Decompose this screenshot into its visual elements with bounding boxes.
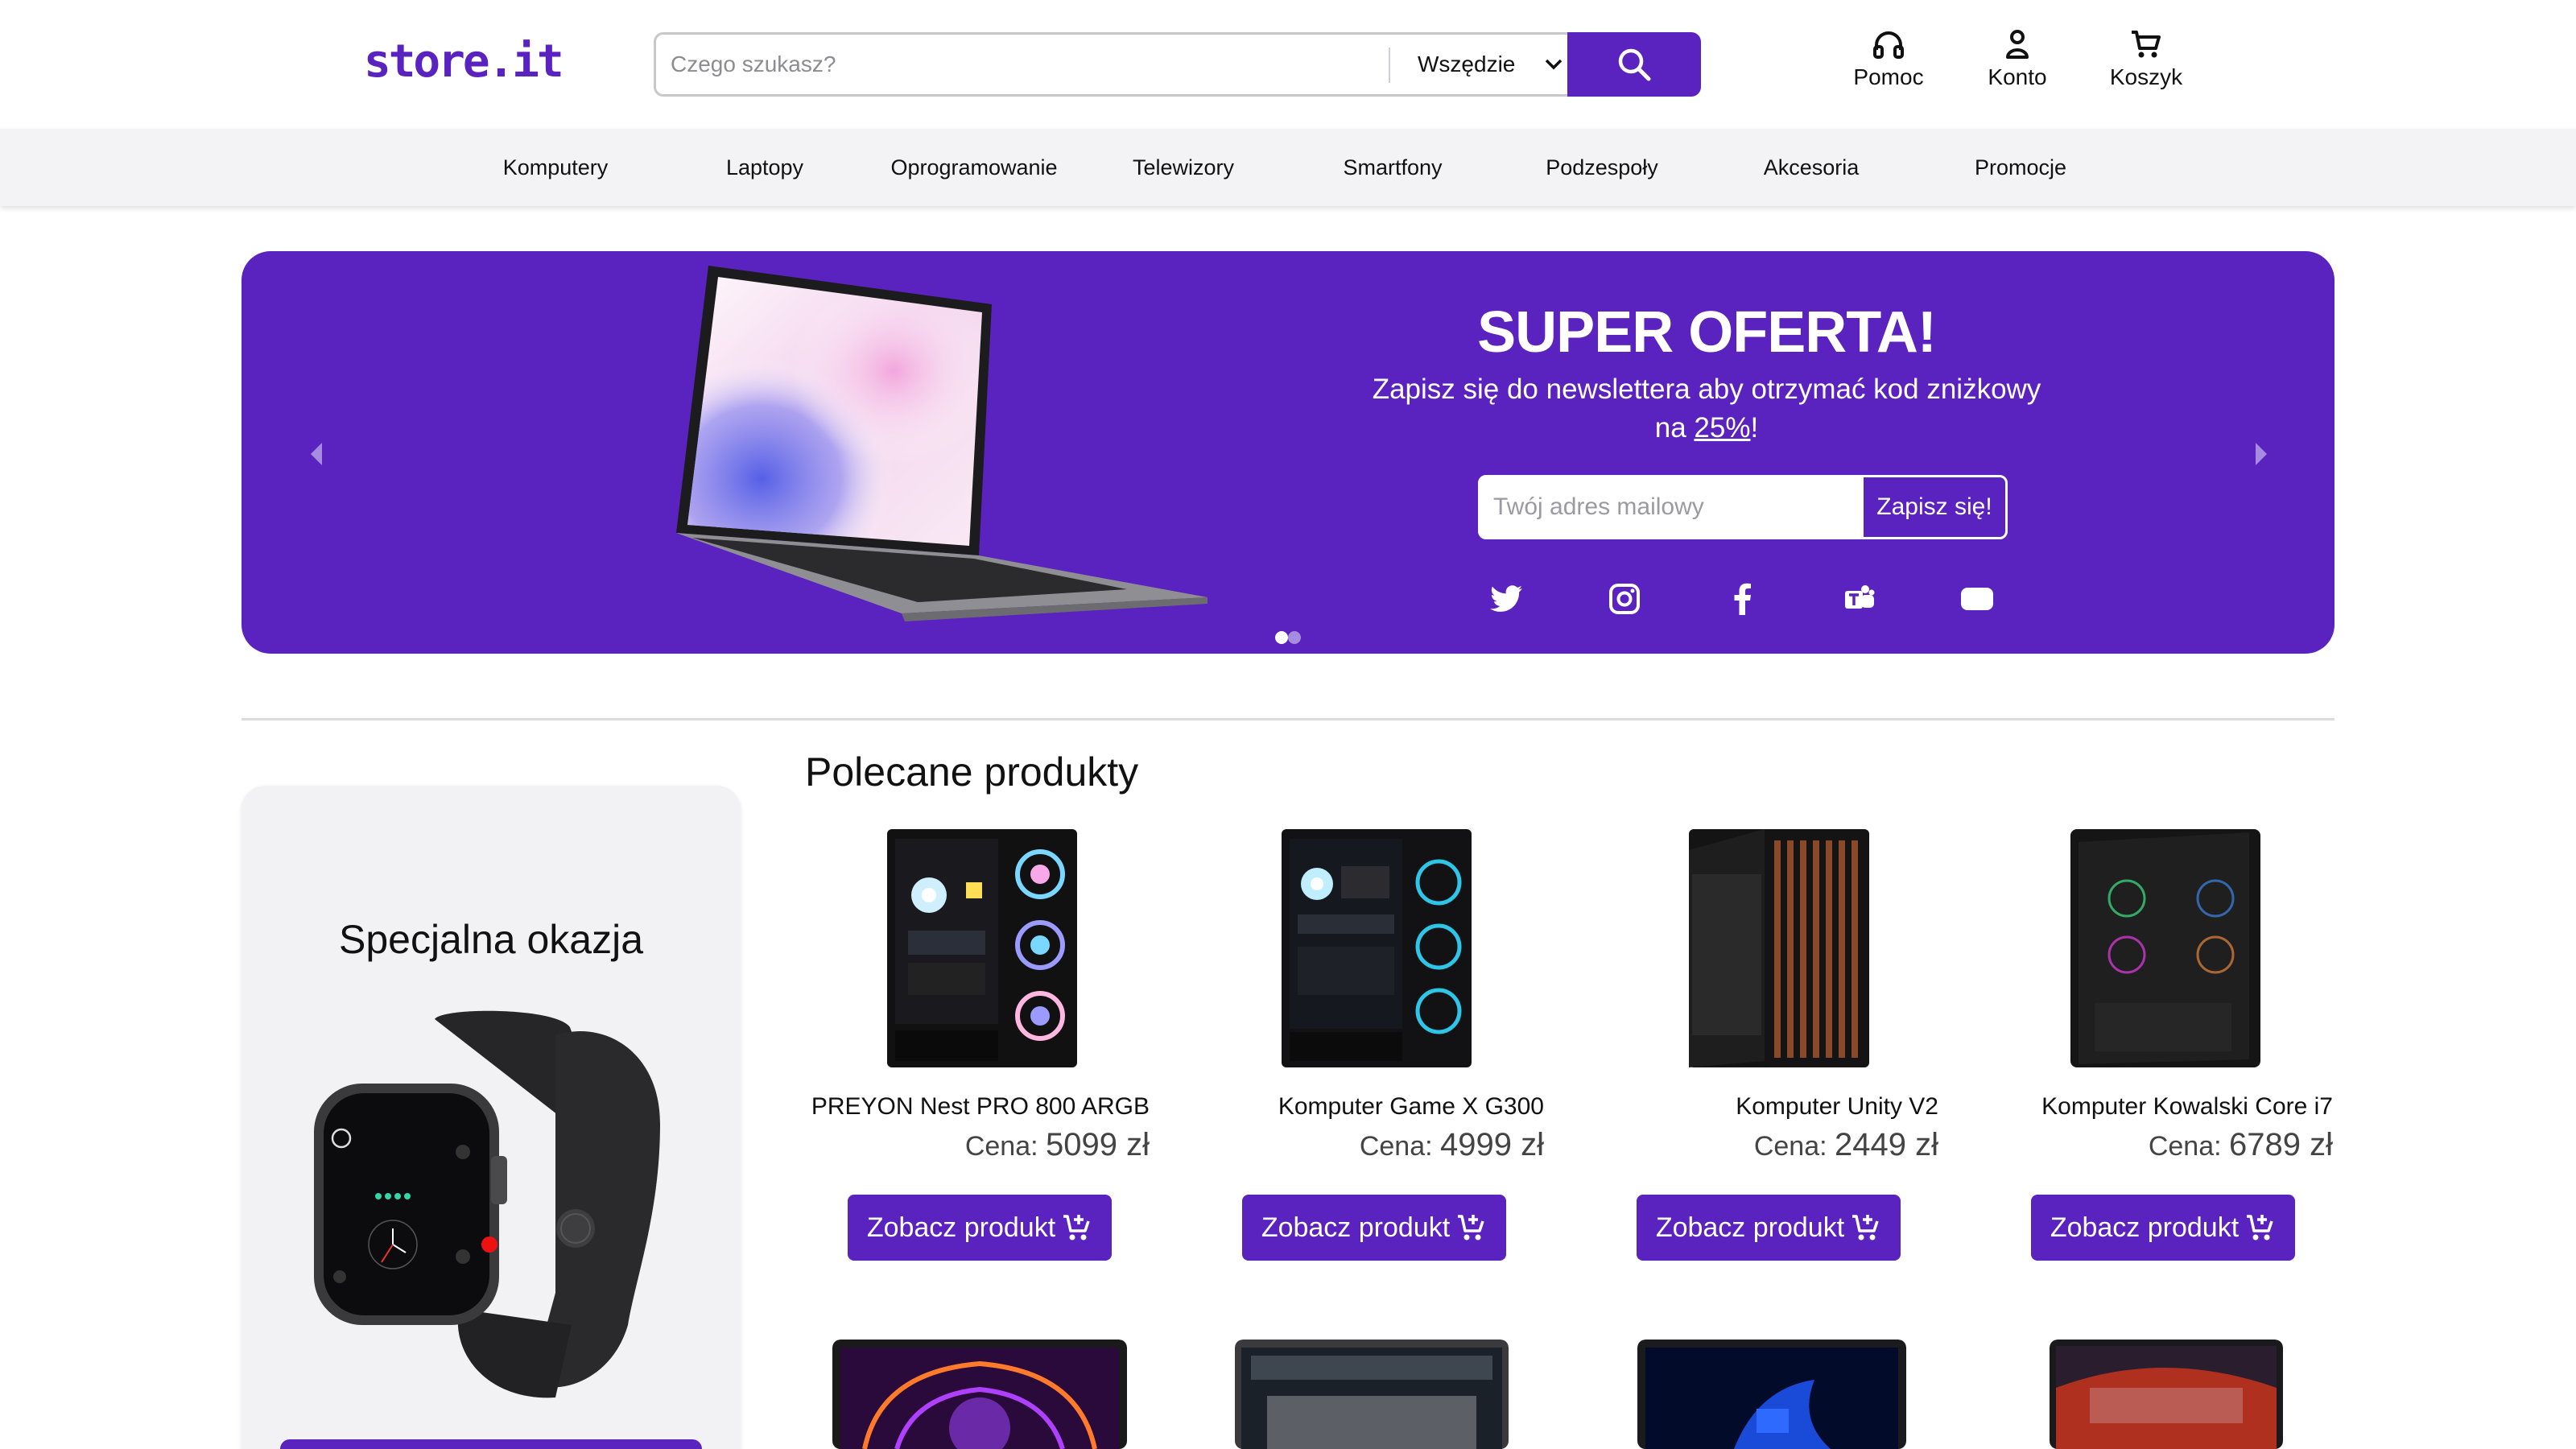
search-icon [1618,48,1651,81]
category-nav: Komputery Laptopy Oprogramowanie Telewiz… [0,129,2576,206]
headphones-icon [1873,31,1904,59]
price-prefix: Cena: [2148,1131,2222,1162]
search-scope-select[interactable]: Wszędzie [1400,35,1575,94]
help-link[interactable]: Pomoc [1824,29,1953,90]
account-label: Konto [1988,64,2047,89]
view-product-label: Zobacz produkt [1261,1212,1451,1243]
price-prefix: Cena: [1753,1131,1827,1162]
special-offer-card: Specjalna okazja [242,786,741,1449]
cart-link[interactable]: Koszyk [2082,29,2211,90]
featured-products-title: Polecane produkty [805,749,1139,795]
teams-icon[interactable] [1837,576,1882,621]
hero-title: SUPER OFERTA! [1477,300,1937,365]
nav-item-oprogramowanie[interactable]: Oprogramowanie [869,129,1079,206]
nav-item-smartfony[interactable]: Smartfony [1288,129,1497,206]
product-card: Komputer Unity V2 Cena: 2449 zł Zobacz p… [1579,826,1958,1261]
product-price: Cena: 6789 zł [2149,1127,2333,1163]
chevron-down-icon [1545,59,1563,70]
user-icon [2006,30,2029,59]
site-header: store.it Wszędzie Pomoc Konto Koszyk [0,0,2576,129]
hero-text: Zapisz się do newslettera aby otrzymać k… [1360,370,2053,448]
add-to-cart-icon [1458,1215,1484,1241]
twitter-icon[interactable] [1484,576,1530,621]
search-bar: Wszędzie [654,32,1701,97]
add-to-cart-icon [2247,1215,2273,1241]
chevron-left-icon[interactable] [304,438,328,470]
section-divider [242,718,2334,720]
nav-item-akcesoria[interactable]: Akcesoria [1707,129,1916,206]
product-card: Komputer Kowalski Core i7 Cena: 6789 zł … [1974,826,2352,1261]
product-name[interactable]: Komputer Kowalski Core i7 [2041,1093,2333,1121]
chevron-right-icon[interactable] [2249,438,2273,470]
facebook-icon[interactable] [1719,576,1765,621]
hero-discount: 25% [1694,412,1751,444]
special-offer-button[interactable] [280,1439,702,1449]
newsletter-form: Zapisz się! [1478,475,2008,539]
nav-item-telewizory[interactable]: Telewizory [1079,129,1288,206]
price-prefix: Cena: [1359,1131,1433,1162]
price-value: 6789 zł [2229,1127,2333,1162]
carousel-dot-1[interactable] [1275,631,1288,644]
view-product-button[interactable]: Zobacz produkt [1637,1195,1901,1261]
hero-banner: SUPER OFERTA! Zapisz się do newslettera … [242,251,2334,654]
price-value: 4999 zł [1440,1127,1544,1162]
carousel-dots [1275,631,1301,644]
pc-case-image [2070,829,2260,1067]
search-divider [1389,47,1390,83]
product-name[interactable]: PREYON Nest PRO 800 ARGB [811,1093,1150,1121]
help-label: Pomoc [1853,64,1924,89]
product-card: Komputer Game X G300 Cena: 4999 zł Zobac… [1185,826,1563,1261]
view-product-label: Zobacz produkt [1655,1212,1845,1243]
product-price: Cena: 5099 zł [965,1127,1150,1163]
nav-item-komputery[interactable]: Komputery [451,129,660,206]
cart-icon [2132,31,2161,58]
youtube-icon[interactable] [1955,576,2000,621]
subscribe-button[interactable]: Zapisz się! [1864,477,2005,537]
product-price: Cena: 2449 zł [1754,1127,1938,1163]
special-offer-title: Specjalna okazja [338,917,644,962]
search-input[interactable] [656,35,1387,94]
view-product-button[interactable]: Zobacz produkt [2031,1195,2295,1261]
pc-case-image [1282,829,1472,1067]
account-link[interactable]: Konto [1953,29,2082,90]
newsletter-email-input[interactable] [1480,477,1864,537]
smartwatch-image [314,1010,660,1398]
instagram-icon[interactable] [1602,576,1647,621]
pc-case-image [1689,829,1869,1067]
price-value: 5099 zł [1046,1127,1150,1162]
view-product-button[interactable]: Zobacz produkt [1242,1195,1506,1261]
laptop-image [676,266,1208,621]
nav-item-laptopy[interactable]: Laptopy [660,129,869,206]
search-scope-value: Wszędzie [1418,52,1516,76]
product-card: PREYON Nest PRO 800 ARGB Cena: 5099 zł Z… [791,826,1169,1261]
laptop-thumbnail[interactable] [832,1340,1127,1449]
laptop-thumbnail[interactable] [2050,1340,2283,1449]
view-product-button[interactable]: Zobacz produkt [848,1195,1112,1261]
logo[interactable]: store.it [364,35,564,88]
laptop-thumbnail[interactable] [1235,1340,1509,1449]
nav-item-podzespoly[interactable]: Podzespoły [1497,129,1707,206]
product-price: Cena: 4999 zł [1360,1127,1544,1163]
cart-label: Koszyk [2109,64,2183,89]
search-button[interactable] [1567,32,1701,97]
nav-item-promocje[interactable]: Promocje [1916,129,2125,206]
product-name[interactable]: Komputer Game X G300 [1278,1093,1544,1121]
add-to-cart-icon [1852,1215,1879,1241]
price-value: 2449 zł [1835,1127,1938,1162]
pc-case-image [887,829,1077,1067]
hero-text-end: ! [1750,412,1759,444]
view-product-label: Zobacz produkt [866,1212,1056,1243]
add-to-cart-icon [1063,1215,1090,1241]
laptop-thumbnail[interactable] [1637,1340,1906,1449]
product-name[interactable]: Komputer Unity V2 [1736,1093,1938,1121]
price-prefix: Cena: [964,1131,1038,1162]
carousel-dot-2[interactable] [1288,631,1301,644]
view-product-label: Zobacz produkt [2050,1212,2240,1243]
